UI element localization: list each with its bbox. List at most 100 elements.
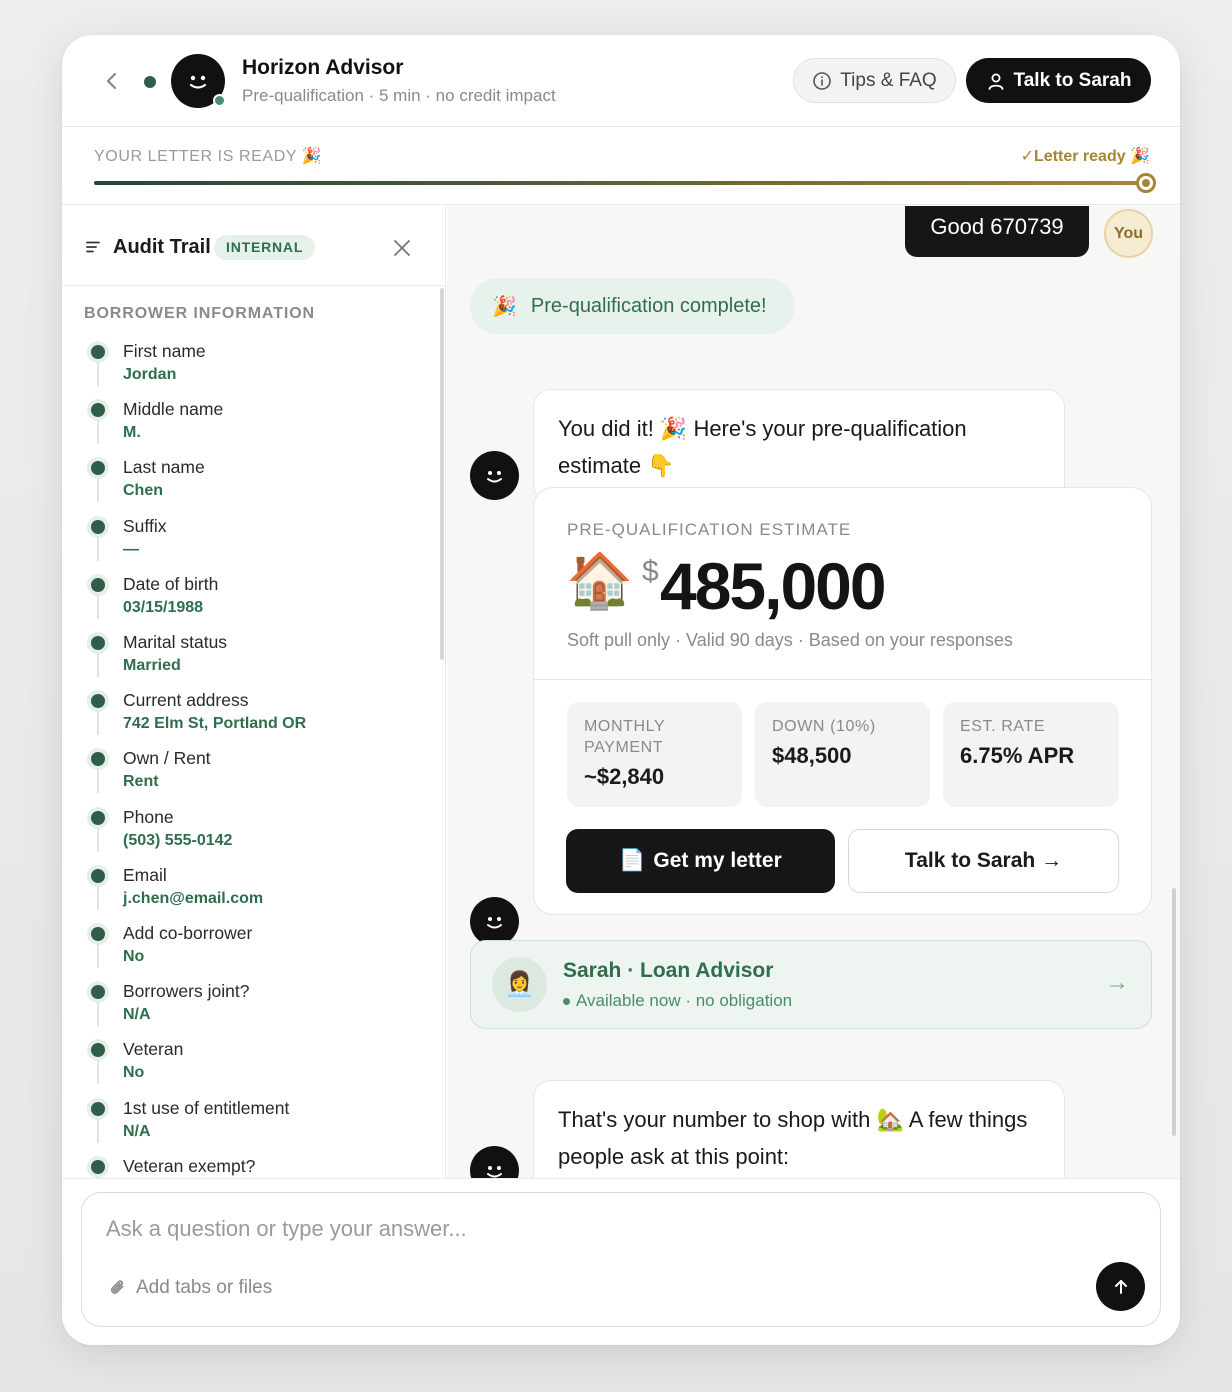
- estimate-note: Soft pull only · Valid 90 days · Based o…: [567, 630, 1013, 650]
- field-label: Last name: [123, 457, 205, 478]
- smiley-face-icon: [487, 1166, 502, 1178]
- party-icon: 🎉: [492, 295, 517, 318]
- field-status-dot: [91, 1043, 105, 1058]
- attach-button[interactable]: Add tabs or files: [108, 1277, 272, 1299]
- close-icon[interactable]: [392, 238, 412, 258]
- field-status-dot: [91, 752, 105, 767]
- field-status-dot: [91, 1159, 105, 1174]
- list-icon: [86, 241, 100, 253]
- sidebar-title: Audit Trail: [113, 236, 211, 258]
- audit-field: Phone (503) 555-0142: [62, 806, 432, 864]
- field-label: Veteran exempt?: [123, 1155, 256, 1176]
- arrow-up-icon: [1114, 1279, 1127, 1294]
- info-icon: [813, 71, 832, 90]
- stat-monthly-payment: MONTHLY PAYMENT ~$2,840: [567, 702, 742, 807]
- stat-value: ~$2,840: [584, 764, 665, 789]
- audit-field: Add co-borrower No: [62, 922, 432, 980]
- field-value: 742 Elm St, Portland OR: [123, 715, 307, 733]
- audit-field: Veteran exempt?: [62, 1155, 432, 1178]
- message-input[interactable]: [106, 1211, 1066, 1247]
- field-label: Date of birth: [123, 573, 219, 594]
- field-connector: [97, 1002, 99, 1027]
- smiley-face-icon: [487, 917, 502, 929]
- talk-to-sarah-card-label: Talk to Sarah →: [904, 849, 1063, 872]
- document-icon: 📄: [619, 849, 646, 872]
- field-status-dot: [91, 403, 105, 418]
- send-button[interactable]: [1096, 1262, 1145, 1311]
- field-label: First name: [123, 341, 206, 361]
- talk-to-sarah-label: Talk to Sarah: [1013, 69, 1132, 91]
- progress-section: YOUR LETTER IS READY 🎉 ✓Letter ready 🎉: [62, 128, 1180, 205]
- assistant-avatar: [470, 451, 519, 500]
- field-value: Married: [123, 657, 181, 674]
- field-connector: [97, 478, 99, 503]
- field-status-dot: [91, 345, 105, 359]
- sidebar-header: Audit Trail INTERNAL: [62, 206, 445, 286]
- audit-field: Current address 742 Elm St, Portland OR: [62, 689, 432, 747]
- field-label: Veteran: [123, 1039, 184, 1060]
- field-label: Current address: [123, 690, 249, 711]
- field-connector: [97, 711, 99, 736]
- progress-knob: [1136, 173, 1156, 193]
- progress-status: ✓Letter ready 🎉: [1020, 148, 1150, 165]
- stat-key: MONTHLY PAYMENT: [584, 718, 665, 756]
- tips-faq-label: Tips & FAQ: [840, 69, 937, 91]
- field-status-dot: [91, 577, 105, 592]
- talk-to-sarah-button[interactable]: Talk to Sarah: [966, 58, 1151, 103]
- field-label: Marital status: [123, 632, 228, 652]
- get-letter-button[interactable]: 📄 Get my letter: [566, 829, 835, 893]
- stat-key: DOWN (10%): [772, 718, 876, 735]
- field-status-dot: [91, 927, 105, 941]
- user-message: Good 670739: [905, 206, 1089, 257]
- field-status-dot: [91, 1101, 105, 1116]
- field-value: (503) 555-0142: [123, 831, 233, 849]
- assistant-message: That's your number to shop with 🏡 A few …: [533, 1080, 1065, 1178]
- complete-pill: 🎉 Pre-qualification complete!: [470, 278, 795, 334]
- chat-scrollbar[interactable]: [1172, 888, 1176, 1136]
- field-label: Add co-borrower: [123, 923, 253, 943]
- audit-field: Own / Rent Rent: [62, 747, 432, 805]
- divider: [534, 679, 1151, 680]
- section-heading: BORROWER INFORMATION: [84, 305, 316, 322]
- tips-faq-button[interactable]: Tips & FAQ: [793, 58, 956, 103]
- field-status-dot: [91, 461, 105, 476]
- estimate-card: PRE-QUALIFICATION ESTIMATE 🏠 $ 485,000 S…: [533, 487, 1152, 915]
- field-connector: [97, 885, 99, 910]
- field-connector: [97, 944, 99, 968]
- chat-panel: Good 670739 You 🎉 Pre-qualification comp…: [447, 206, 1180, 1178]
- field-status-dot: [91, 985, 105, 1000]
- user-avatar: You: [1104, 209, 1153, 258]
- back-chevron-icon[interactable]: [100, 69, 124, 93]
- person-icon: [988, 73, 1003, 90]
- field-value: j.chen@email.com: [123, 889, 264, 907]
- avatar-status-dot: [213, 94, 226, 107]
- sidebar-scrollbar[interactable]: [440, 288, 444, 660]
- advisor-status: Available now · no obligation: [563, 991, 792, 1011]
- stat-value: 6.75% APR: [960, 743, 1075, 768]
- composer: Add tabs or files: [62, 1178, 1180, 1345]
- stat-value: $48,500: [772, 743, 852, 768]
- field-connector: [97, 827, 99, 852]
- audit-field: Middle name M.: [62, 398, 432, 456]
- field-label: 1st use of entitlement: [123, 1097, 290, 1118]
- field-label: Borrowers joint?: [123, 981, 250, 1002]
- audit-trail-sidebar: Audit Trail INTERNAL BORROWER INFORMATIO…: [62, 206, 446, 1178]
- field-connector: [97, 420, 99, 445]
- audit-field: Suffix —: [62, 515, 432, 573]
- get-letter-label: Get my letter: [653, 849, 782, 872]
- talk-to-sarah-card-button[interactable]: Talk to Sarah →: [848, 829, 1119, 893]
- audit-field: Email j.chen@email.com: [62, 864, 432, 922]
- field-value: Jordan: [123, 366, 177, 383]
- field-connector: [97, 1118, 99, 1143]
- assistant-avatar: [171, 54, 226, 108]
- advisor-card[interactable]: 👩‍💼 Sarah · Loan Advisor Available now ·…: [470, 940, 1152, 1029]
- field-value: —: [123, 540, 139, 558]
- online-indicator: [144, 76, 156, 88]
- assistant-message: You did it! 🎉 Here's your pre-qualificat…: [533, 389, 1065, 502]
- header: Horizon Advisor Pre-qualification · 5 mi…: [62, 35, 1180, 127]
- field-status-dot: [91, 810, 105, 825]
- field-value: Chen: [123, 482, 163, 500]
- internal-badge: INTERNAL: [214, 235, 316, 260]
- field-label: Email: [123, 864, 167, 885]
- field-value: No: [123, 948, 145, 965]
